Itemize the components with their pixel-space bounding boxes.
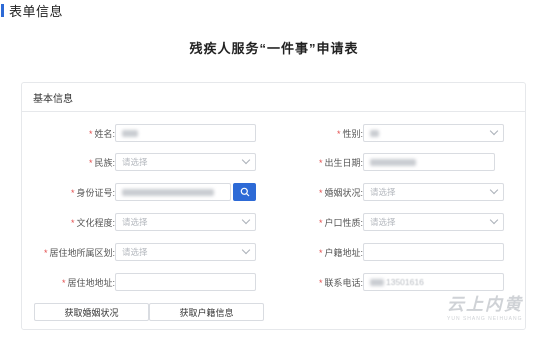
get-marital-status-button[interactable]: 获取婚姻状况 (34, 303, 149, 321)
ethnicity-placeholder: 请选择 (122, 157, 148, 167)
section-header: 表单信息 (0, 2, 64, 19)
gender-value-redacted (370, 129, 379, 137)
chevron-down-icon (489, 185, 499, 195)
hukou-address-input[interactable] (363, 243, 504, 261)
gender-label: 性别: (342, 128, 363, 139)
education-select[interactable]: 请选择 (115, 213, 256, 231)
education-field-label: * 文化程度: (70, 217, 115, 228)
phone-value: 13501616 (386, 277, 424, 287)
ethnicity-select[interactable]: 请选择 (115, 153, 256, 171)
name-input[interactable] (115, 124, 256, 142)
residence-address-field-label: * 居住地地址: (61, 277, 115, 288)
hukou-address-label: 户籍地址: (324, 247, 363, 258)
hukou-type-label: 户口性质: (324, 217, 363, 228)
name-field-label: * 姓名: (88, 128, 115, 139)
ethnicity-label: 民族: (94, 157, 115, 168)
hukou-type-select[interactable]: 请选择 (363, 213, 504, 231)
residence-address-label: 居住地地址: (67, 277, 115, 288)
gender-select[interactable] (363, 124, 504, 142)
id-number-input[interactable] (115, 183, 231, 201)
residence-district-select[interactable]: 请选择 (115, 243, 256, 261)
id-number-field-label: * 身份证号: (70, 187, 115, 198)
phone-prefix-redacted (370, 278, 384, 286)
chevron-down-icon (489, 215, 499, 225)
get-hukou-info-button[interactable]: 获取户籍信息 (149, 303, 264, 321)
form-title: 残疾人服务“一件事”申请表 (189, 41, 359, 56)
birthdate-field-label: * 出生日期: (318, 157, 363, 168)
phone-field-label: * 联系电话: (318, 277, 363, 288)
birthdate-value-redacted (370, 158, 416, 166)
education-label: 文化程度: (76, 217, 115, 228)
marital-placeholder: 请选择 (370, 187, 396, 197)
name-label: 姓名: (94, 128, 115, 139)
watermark-sub-text: YUN SHANG NEIHUANG (447, 316, 523, 322)
education-placeholder: 请选择 (122, 217, 148, 227)
gender-field-label: * 性别: (336, 128, 363, 139)
phone-label: 联系电话: (324, 277, 363, 288)
residence-district-label: 居住地所属区划: (49, 247, 115, 258)
search-icon (240, 187, 249, 197)
marital-field-label: * 婚姻状况: (318, 187, 363, 198)
id-number-label: 身份证号: (76, 187, 115, 198)
hukou-address-field-label: * 户籍地址: (318, 247, 363, 258)
phone-input[interactable]: 13501616 (363, 273, 504, 291)
id-number-value-redacted (122, 188, 214, 196)
watermark-logo: 云上内黄 YUN SHANG NEIHUANG (447, 290, 543, 326)
name-value-redacted (122, 129, 138, 137)
watermark-main-text: 云上内黄 (447, 295, 523, 314)
residence-district-placeholder: 请选择 (122, 247, 148, 257)
marital-label: 婚姻状况: (324, 187, 363, 198)
ethnicity-field-label: * 民族: (88, 157, 115, 168)
marital-select[interactable]: 请选择 (363, 183, 504, 201)
hukou-type-field-label: * 户口性质: (318, 217, 363, 228)
section-title: 表单信息 (9, 3, 64, 19)
birthdate-input[interactable] (363, 153, 495, 171)
chevron-down-icon (241, 215, 251, 225)
id-search-button[interactable] (233, 183, 256, 201)
chevron-down-icon (489, 126, 499, 136)
card-header: 基本信息 (22, 83, 525, 112)
chevron-down-icon (241, 155, 251, 165)
hukou-type-placeholder: 请选择 (370, 217, 396, 227)
residence-district-field-label: * 居住地所属区划: (43, 247, 115, 258)
birthdate-label: 出生日期: (324, 157, 363, 168)
chevron-down-icon (241, 245, 251, 255)
residence-address-input[interactable] (115, 273, 256, 291)
section-accent-bar (1, 3, 4, 17)
